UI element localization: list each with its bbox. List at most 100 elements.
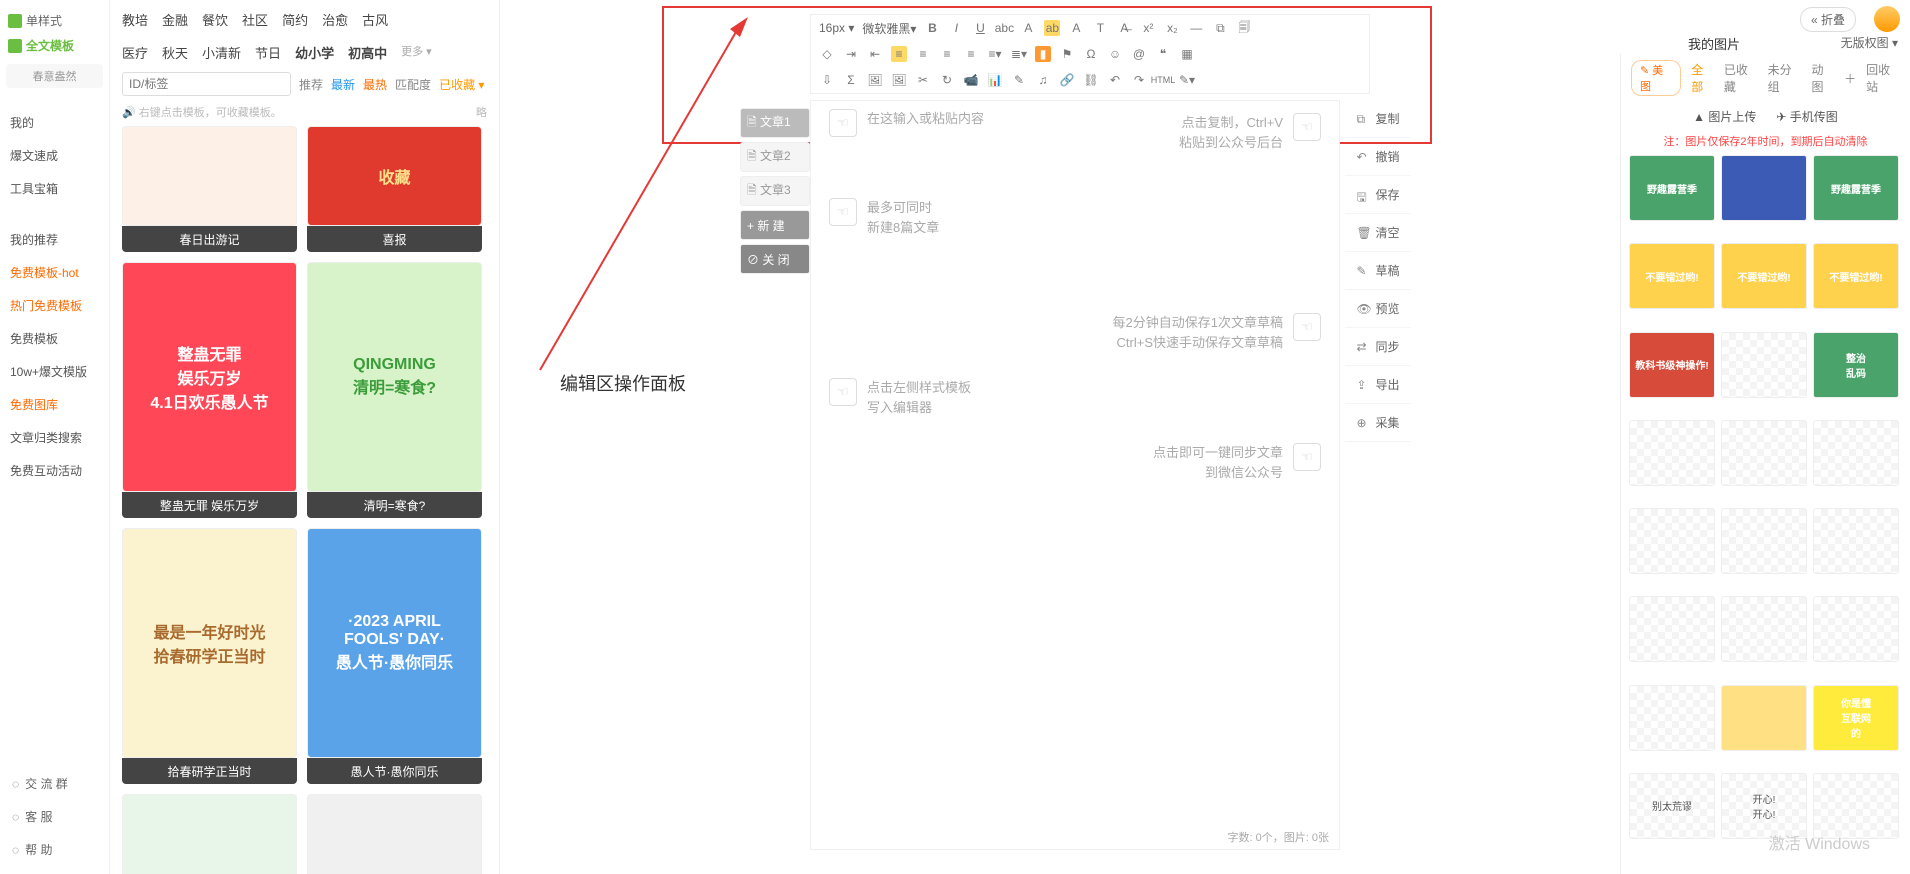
filter-recommend[interactable]: 推荐	[299, 76, 323, 93]
category-more[interactable]: 更多 ▾	[401, 43, 432, 62]
link-icon[interactable]: 🔗	[1059, 72, 1075, 88]
img-tab-add[interactable]: ＋	[1844, 70, 1856, 87]
article-tab[interactable]: 🗎 文章3	[740, 176, 810, 206]
action-预览[interactable]: 👁预览	[1345, 290, 1411, 328]
bottom-link[interactable]: ◌交 流 群	[0, 767, 109, 800]
subscript-icon[interactable]: x₂	[1164, 20, 1180, 36]
bottom-link[interactable]: ◌帮 助	[0, 833, 109, 866]
tip-right[interactable]: 略	[476, 104, 487, 120]
nav-item[interactable]: 爆文速成	[0, 139, 109, 172]
indent-dec-icon[interactable]: ⇤	[867, 46, 883, 62]
pencil-icon[interactable]: ✎	[1011, 72, 1027, 88]
editor-canvas[interactable]: ☜在这输入或粘贴内容点击复制，Ctrl+V粘贴到公众号后台☜☜最多可同时新建8篇…	[810, 100, 1340, 850]
image-thumb[interactable]	[1721, 596, 1807, 662]
images-icon[interactable]: 🖼	[891, 72, 907, 88]
img-tab-trash[interactable]: 回收站	[1866, 61, 1900, 95]
img-tab-ungroup[interactable]: 未分组	[1768, 61, 1802, 95]
filter-hot[interactable]: 最热	[363, 76, 387, 93]
nav-item[interactable]: 我的推荐	[0, 223, 109, 256]
category-item[interactable]: 餐饮	[202, 10, 228, 29]
upload-mobile-button[interactable]: ✈ 手机传图	[1776, 108, 1837, 125]
redo-icon[interactable]: ↷	[1131, 72, 1147, 88]
at-icon[interactable]: @	[1131, 46, 1147, 62]
image-thumb[interactable]	[1629, 420, 1715, 486]
nav-item[interactable]: 免费模板-hot	[0, 256, 109, 289]
undo-icon[interactable]: ↶	[1107, 72, 1123, 88]
download-icon[interactable]: ⇩	[819, 72, 835, 88]
article-tab[interactable]: + 新 建	[740, 210, 810, 240]
line-height-icon[interactable]: ≡▾	[987, 46, 1003, 62]
image-thumb[interactable]	[1721, 420, 1807, 486]
nav-item[interactable]: 热门免费模板	[0, 289, 109, 322]
nav-item[interactable]: 免费图库	[0, 388, 109, 421]
image-thumb[interactable]	[1813, 773, 1899, 839]
category-item[interactable]: 治愈	[322, 10, 348, 29]
strike-icon[interactable]: abc	[996, 20, 1012, 36]
indent-inc-icon[interactable]: ⇥	[843, 46, 859, 62]
align-justify-icon[interactable]: ≡	[963, 46, 979, 62]
italic-icon[interactable]: I	[948, 20, 964, 36]
img-tab-anim[interactable]: 动图	[1812, 61, 1835, 95]
nav-item[interactable]: 免费模板	[0, 322, 109, 355]
nav-item[interactable]: 文章归类搜索	[0, 421, 109, 454]
search-input[interactable]	[122, 72, 291, 96]
filter-fav[interactable]: 已收藏 ▾	[439, 76, 484, 93]
image-thumb[interactable]: 不要错过哟!	[1629, 243, 1715, 309]
image-thumb[interactable]: 开心! 开心!	[1721, 773, 1807, 839]
image-thumb[interactable]	[1813, 596, 1899, 662]
chart-icon[interactable]: 📊	[987, 72, 1003, 88]
image-thumb[interactable]: 不要错过哟!	[1721, 243, 1807, 309]
image-thumb[interactable]	[1721, 332, 1807, 398]
category-item[interactable]: 初高中	[348, 43, 387, 62]
image-thumb[interactable]	[1629, 685, 1715, 751]
video-icon[interactable]: 📹	[963, 72, 979, 88]
template-card[interactable]: ·2023 APRIL FOOLS' DAY· 愚人节·愚你同乐愚人节·愚你同乐	[307, 528, 482, 784]
category-item[interactable]: 秋天	[162, 43, 188, 62]
image-thumb[interactable]	[1721, 508, 1807, 574]
image-thumb[interactable]	[1629, 596, 1715, 662]
license-filter[interactable]: 无版权图 ▾	[1841, 34, 1898, 51]
img-tab-all[interactable]: 全部	[1691, 61, 1714, 95]
image-thumb[interactable]	[1813, 420, 1899, 486]
font-family-select[interactable]: 微软雅黑▾	[862, 20, 916, 37]
action-复制[interactable]: ⧉复制	[1345, 100, 1411, 138]
emoji-icon[interactable]: ☺	[1107, 46, 1123, 62]
mode-single-style[interactable]: 单样式	[0, 8, 109, 33]
bold-icon[interactable]: B	[924, 20, 940, 36]
flag-icon[interactable]: ⚑	[1059, 46, 1075, 62]
edit-icon[interactable]: ✎▾	[1179, 72, 1195, 88]
nav-item[interactable]: 10w+爆文模版	[0, 355, 109, 388]
list-icon[interactable]: ≣▾	[1011, 46, 1027, 62]
upload-image-button[interactable]: ▲ 图片上传	[1693, 108, 1756, 125]
table-icon[interactable]: ▦	[1179, 46, 1195, 62]
avatar[interactable]	[1874, 6, 1900, 32]
category-item[interactable]: 医疗	[122, 43, 148, 62]
template-card[interactable]: 清	[122, 794, 297, 874]
align-center-icon[interactable]: ≡	[915, 46, 931, 62]
font-size-select[interactable]: 16px ▾	[819, 21, 854, 35]
template-card[interactable]: 整蛊无罪 娱乐万岁 4.1日欢乐愚人节整蛊无罪 娱乐万岁	[122, 262, 297, 518]
img-tab-fav[interactable]: 已收藏	[1724, 61, 1758, 95]
unlink-icon[interactable]: ⛓	[1083, 72, 1099, 88]
clear-format-icon[interactable]: A̶	[1116, 20, 1132, 36]
bg-color-icon[interactable]: ab	[1044, 20, 1060, 36]
action-保存[interactable]: 🖫保存	[1345, 176, 1411, 214]
action-同步[interactable]: ⇄同步	[1345, 328, 1411, 366]
sigma-icon[interactable]: Σ	[843, 72, 859, 88]
filter-match[interactable]: 匹配度	[395, 76, 431, 93]
highlight-icon[interactable]: ▮	[1035, 46, 1051, 62]
category-item[interactable]: 金融	[162, 10, 188, 29]
page-icon[interactable]: 🗐	[1236, 20, 1252, 36]
article-tab[interactable]: ⊘ 关 闭	[740, 244, 810, 274]
article-tab[interactable]: 🗎 文章1	[740, 108, 810, 138]
action-导出[interactable]: ⇪导出	[1345, 366, 1411, 404]
article-tab[interactable]: 🗎 文章2	[740, 142, 810, 172]
action-草稿[interactable]: ✎草稿	[1345, 252, 1411, 290]
music-icon[interactable]: ♫	[1035, 72, 1051, 88]
bottom-link[interactable]: ◌客 服	[0, 800, 109, 833]
filter-newest[interactable]: 最新	[331, 76, 355, 93]
nav-item[interactable]: 工具宝箱	[0, 172, 109, 205]
crop-icon[interactable]: ✂	[915, 72, 931, 88]
season-banner[interactable]: 春意盎然	[6, 64, 103, 88]
image-thumb[interactable]	[1721, 685, 1807, 751]
